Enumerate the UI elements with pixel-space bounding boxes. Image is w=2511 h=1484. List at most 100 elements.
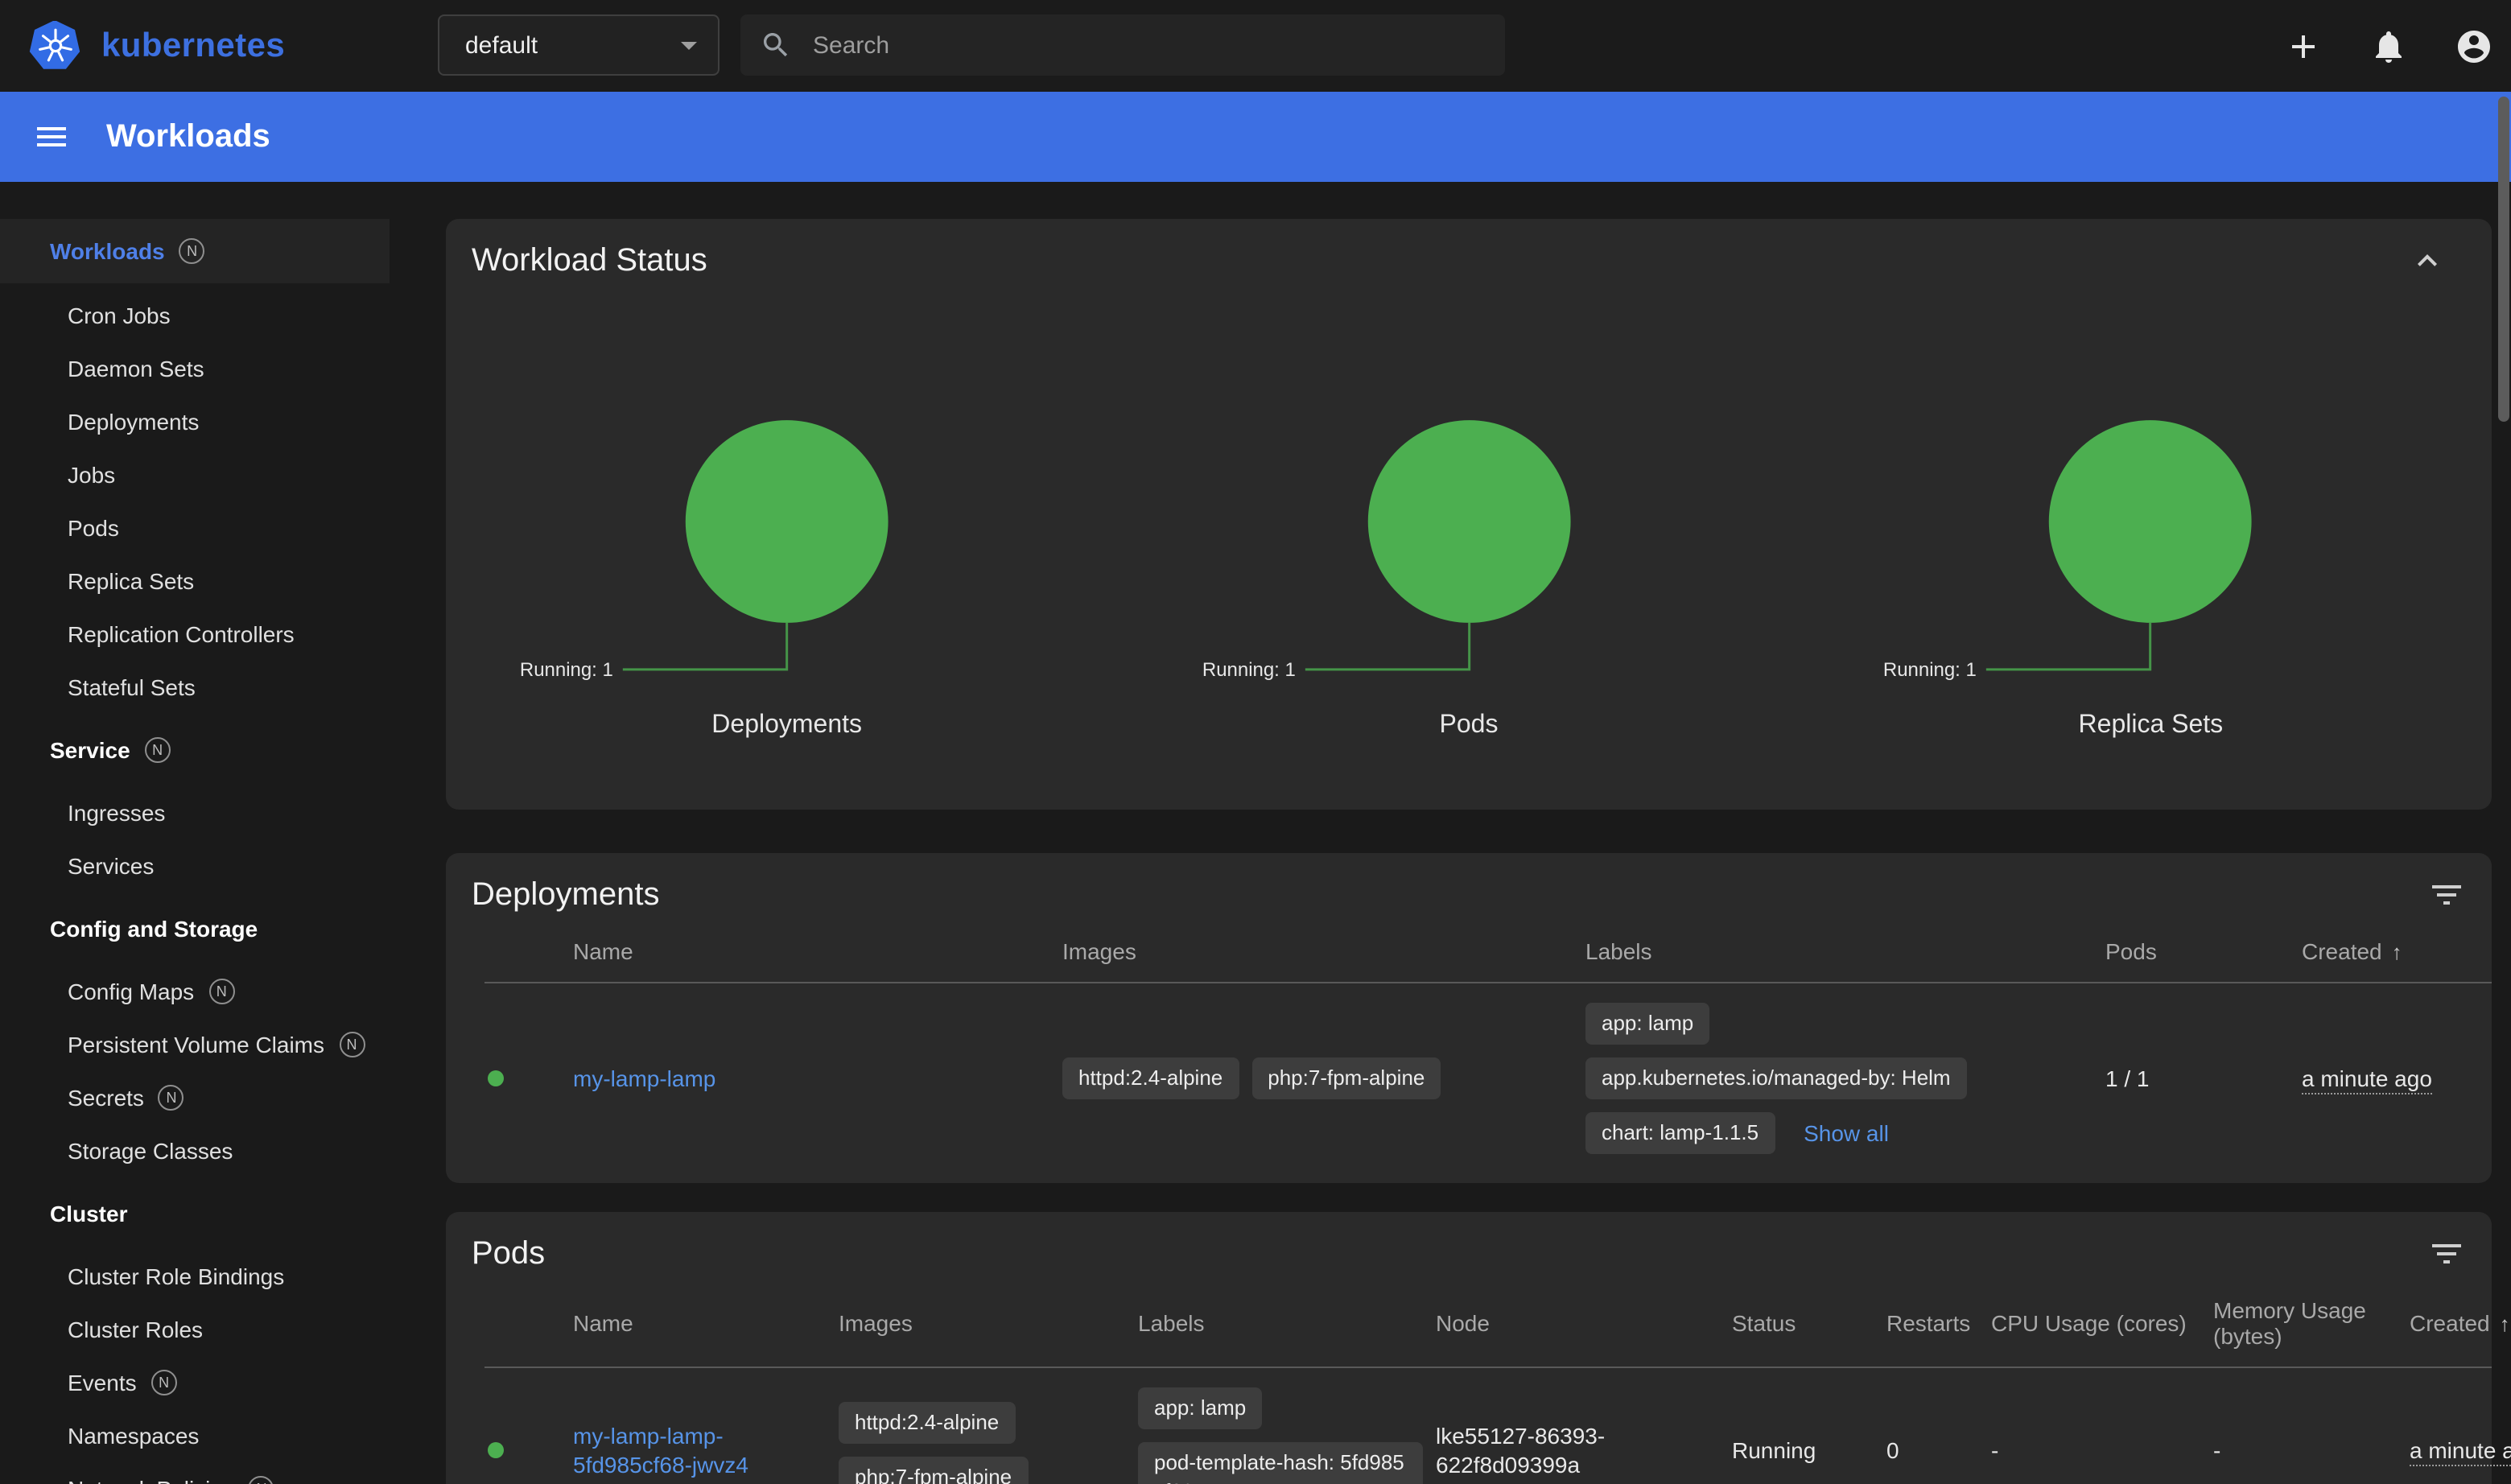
pod-row: my-lamp-lamp-5fd985cf68-jwvz4httpd:2.4-a…: [484, 1367, 2492, 1484]
pie-chart: Running: 1: [1810, 393, 2492, 692]
show-all-link[interactable]: Show all: [1804, 1120, 1889, 1146]
filter-icon: [2427, 876, 2466, 914]
user-avatar-icon: [2455, 27, 2493, 65]
deployments-title: Deployments: [472, 876, 659, 913]
pie-chart: Running: 1: [446, 393, 1128, 692]
callout-line: [1305, 623, 1469, 670]
notifications-button[interactable]: [2369, 27, 2408, 65]
label-chip: app.kubernetes.io/managed-by: Helm: [1585, 1057, 1967, 1099]
column-header-restarts[interactable]: Restarts: [1886, 1280, 1991, 1367]
sidebar-item-workloads[interactable]: Workloads N: [0, 219, 390, 283]
callout-label: Running: 1: [1884, 659, 1977, 681]
column-header-created[interactable]: Created↑: [2410, 1280, 2492, 1367]
namespaced-badge: N: [339, 1031, 365, 1057]
sidebar-item-jobs[interactable]: Jobs: [0, 447, 418, 501]
plus-icon: [2284, 27, 2323, 65]
pod-restarts: 0: [1886, 1367, 1991, 1484]
kubernetes-dashboard: kubernetes default Workloads: [0, 0, 2511, 1484]
column-header-pods[interactable]: Pods: [2105, 921, 2302, 983]
column-header-memory-usage-bytes[interactable]: Memory Usage (bytes): [2213, 1280, 2410, 1367]
sort-ascending-icon: ↑: [2500, 1312, 2510, 1336]
column-header-node[interactable]: Node: [1436, 1280, 1732, 1367]
pie-slice-running: [686, 420, 889, 623]
sidebar-item-secrets[interactable]: Secrets N: [0, 1070, 418, 1123]
sidebar-item-replication-controllers[interactable]: Replication Controllers: [0, 607, 418, 660]
namespaced-badge: N: [179, 238, 205, 264]
sidebar-item-daemon-sets[interactable]: Daemon Sets: [0, 341, 418, 394]
column-header-created[interactable]: Created↑: [2302, 921, 2492, 983]
sidebar-item-cluster-roles[interactable]: Cluster Roles: [0, 1302, 418, 1355]
sidebar-item-persistent-volume-claims[interactable]: Persistent Volume Claims N: [0, 1017, 418, 1070]
column-header-images[interactable]: Images: [1062, 921, 1585, 983]
sidebar-item-stateful-sets[interactable]: Stateful Sets: [0, 660, 418, 713]
sidebar-item-replica-sets[interactable]: Replica Sets: [0, 554, 418, 607]
label-chip: app: lamp: [1138, 1387, 1262, 1429]
search-input[interactable]: [813, 31, 1486, 59]
column-header-images[interactable]: Images: [839, 1280, 1138, 1367]
search-box: [740, 14, 1505, 76]
sidebar-item-storage-classes[interactable]: Storage Classes: [0, 1123, 418, 1177]
account-button[interactable]: [2455, 27, 2493, 65]
namespaced-badge: N: [159, 1084, 184, 1110]
create-resource-button[interactable]: [2284, 27, 2323, 65]
sidebar-item-label: Service: [50, 736, 130, 762]
sidebar-item-label: Replica Sets: [68, 567, 194, 593]
column-header-status[interactable]: Status: [1732, 1280, 1886, 1367]
sidebar-item-config-and-storage[interactable]: Config and Storage: [0, 901, 418, 954]
filter-button[interactable]: [2427, 1235, 2466, 1273]
label-chip: chart: lamp-1.1.5: [1585, 1112, 1775, 1154]
filter-button[interactable]: [2427, 876, 2466, 914]
sidebar-item-label: Stateful Sets: [68, 674, 196, 699]
chart-title: Replica Sets: [2079, 711, 2224, 740]
sidebar-item-config-maps[interactable]: Config Maps N: [0, 964, 418, 1017]
collapse-card-button[interactable]: [2408, 241, 2447, 280]
workload-chart-replica-sets: Running: 1 Replica Sets: [1810, 393, 2492, 740]
sidebar-item-pods[interactable]: Pods: [0, 501, 418, 554]
bell-icon: [2369, 27, 2408, 65]
sidebar-item-label: Secrets: [68, 1084, 144, 1110]
created-timestamp: a minute ago: [2410, 1437, 2511, 1466]
pod-cpu: -: [1991, 1367, 2213, 1484]
sidebar-item-label: Cluster Roles: [68, 1316, 203, 1342]
brand-home-link[interactable]: kubernetes: [29, 0, 285, 92]
callout-label: Running: 1: [1202, 659, 1295, 681]
sidebar-item-network-policies[interactable]: Network Policies N: [0, 1461, 418, 1484]
callout-line: [623, 623, 787, 670]
sidebar-item-namespaces[interactable]: Namespaces: [0, 1408, 418, 1461]
namespaced-badge: N: [249, 1475, 274, 1484]
scrollbar-thumb[interactable]: [2498, 97, 2509, 422]
column-header-name[interactable]: Name: [573, 1280, 839, 1367]
menu-button[interactable]: [32, 117, 71, 156]
filter-icon: [2427, 1235, 2466, 1273]
namespaced-badge: N: [151, 1369, 177, 1395]
sidebar-item-cluster[interactable]: Cluster: [0, 1186, 418, 1239]
sidebar-item-services[interactable]: Services: [0, 839, 418, 892]
pie-slice-running: [1367, 420, 1570, 623]
sidebar-item-label: Daemon Sets: [68, 355, 204, 381]
brand-name: kubernetes: [101, 27, 285, 65]
search-icon: [760, 29, 792, 61]
deployment-name-link[interactable]: my-lamp-lamp: [573, 1066, 715, 1091]
namespace-selector[interactable]: default: [438, 14, 719, 76]
column-header-cpu-usage-cores[interactable]: CPU Usage (cores): [1991, 1280, 2213, 1367]
pod-name-link[interactable]: my-lamp-lamp-5fd985cf68-jwvz4: [573, 1423, 748, 1478]
chevron-up-icon: [2408, 241, 2447, 280]
column-header-labels[interactable]: Labels: [1585, 921, 2105, 983]
sidebar-item-cron-jobs[interactable]: Cron Jobs: [0, 288, 418, 341]
sidebar-item-ingresses[interactable]: Ingresses: [0, 785, 418, 839]
sidebar-item-cluster-role-bindings[interactable]: Cluster Role Bindings: [0, 1249, 418, 1302]
column-header-labels[interactable]: Labels: [1138, 1280, 1436, 1367]
status-column-header: [484, 1280, 573, 1367]
pod-memory: -: [2213, 1367, 2410, 1484]
column-header-name[interactable]: Name: [573, 921, 1062, 983]
sidebar-item-label: Config and Storage: [50, 915, 258, 941]
sidebar-item-label: Cluster: [50, 1200, 127, 1226]
deployments-card: Deployments NameImagesLabelsPodsCreated↑…: [446, 853, 2492, 1183]
sidebar-item-label: Jobs: [68, 461, 115, 487]
sidebar-item-service[interactable]: Service N: [0, 723, 418, 776]
sidebar-item-deployments[interactable]: Deployments: [0, 394, 418, 447]
sidebar-item-events[interactable]: Events N: [0, 1355, 418, 1408]
image-chip: php:7-fpm-alpine: [839, 1457, 1028, 1484]
chart-title: Deployments: [711, 711, 862, 740]
sidebar-item-label: Events: [68, 1369, 137, 1395]
